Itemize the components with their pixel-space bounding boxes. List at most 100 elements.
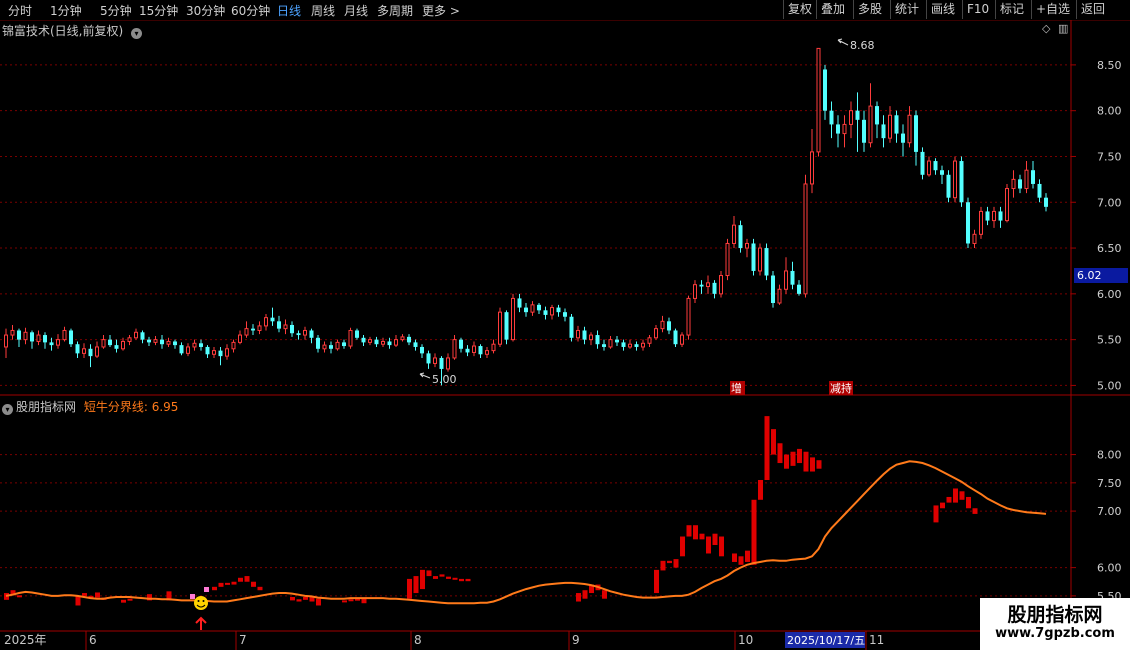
- kline-chart[interactable]: 8.50 8.00 7.50 7.00 6.50 6.00 5.50 5.00 8.00 7.5…: [0, 20, 1130, 650]
- candle-body-down: [985, 211, 990, 221]
- candle-body-up: [888, 114, 892, 139]
- statistics-button[interactable]: 统计: [890, 0, 923, 19]
- candle-body-down: [673, 330, 678, 345]
- chevron-down-icon[interactable]: ▾: [131, 28, 143, 39]
- indicator-tick-label: 7.50: [1097, 477, 1122, 490]
- smiley-face-icon: [194, 596, 208, 610]
- period-tab-30min[interactable]: 30分钟: [186, 2, 225, 19]
- candle-body-down: [966, 202, 970, 244]
- candle-body-up: [95, 346, 99, 357]
- chevron-down-icon[interactable]: ▾: [2, 404, 13, 415]
- indicator-bar: [764, 416, 770, 480]
- candle-body-down: [88, 348, 93, 357]
- candle-body-down: [270, 317, 275, 322]
- diamond-icon[interactable]: ◇: [1042, 22, 1050, 35]
- candle-body-down: [504, 312, 509, 340]
- candle-body-down: [797, 284, 801, 294]
- time-label-oct: 10: [738, 633, 753, 647]
- indicator-bar: [420, 569, 425, 590]
- candle-body-up: [257, 325, 262, 331]
- period-tab-timeshare[interactable]: 分时: [8, 2, 32, 19]
- price-tick-label: 7.00: [1097, 196, 1122, 209]
- candle-body-down: [277, 321, 281, 329]
- event-marker-decrease[interactable]: 减持: [830, 381, 852, 395]
- stock-title: 锦富技术(日线,前复权): [2, 24, 124, 38]
- period-tab-15min[interactable]: 15分钟: [139, 2, 178, 19]
- indicator-bar: [433, 576, 438, 579]
- candle-body-up: [303, 329, 307, 336]
- restore-rights-button[interactable]: 复权: [783, 0, 816, 19]
- candle-body-down: [407, 336, 411, 343]
- candle-body-down: [823, 69, 827, 111]
- period-tab-5min[interactable]: 5分钟: [100, 2, 132, 19]
- candle-body-up: [589, 334, 593, 341]
- indicator-bar: [673, 559, 679, 568]
- candle-body-up: [335, 341, 340, 350]
- indicator-bar: [784, 454, 789, 469]
- indicator-bar: [231, 581, 237, 585]
- candle-body-up: [927, 160, 931, 176]
- candle-body-down: [738, 225, 743, 249]
- f10-button[interactable]: F10: [962, 0, 993, 19]
- candle-body-down: [205, 346, 210, 355]
- candle-body-up: [992, 210, 996, 222]
- time-label-aug: 8: [414, 633, 422, 647]
- period-tab-multi[interactable]: 多周期: [377, 2, 413, 19]
- time-label-jul: 7: [239, 633, 247, 647]
- indicator-bar: [238, 577, 243, 582]
- candle-body-down: [108, 339, 112, 346]
- indicator-panel-title-row: ▾ 股朋指标网 短牛分界线: 6.95: [2, 398, 178, 415]
- candle-body-up: [680, 334, 684, 345]
- draw-line-button[interactable]: 画线: [926, 0, 959, 19]
- period-tab-1min[interactable]: 1分钟: [50, 2, 82, 19]
- indicator-bar: [127, 598, 133, 601]
- price-tick-label: 8.50: [1097, 59, 1122, 72]
- candle-body-down: [140, 332, 145, 340]
- candle-body-down: [147, 339, 151, 343]
- maximize-panel-icon[interactable]: ▥: [1058, 22, 1068, 35]
- candle-body-up: [1024, 169, 1029, 190]
- period-tab-60min[interactable]: 60分钟: [231, 2, 270, 19]
- mark-button[interactable]: 标记: [995, 0, 1028, 19]
- back-button[interactable]: 返回: [1076, 0, 1109, 19]
- candle-body-down: [160, 339, 164, 345]
- add-watchlist-button[interactable]: +自选: [1031, 0, 1074, 19]
- candle-body-down: [1044, 197, 1048, 207]
- indicator-bar: [966, 496, 971, 509]
- indicator-bar: [771, 429, 776, 455]
- candle-body-down: [855, 110, 860, 120]
- candle-body-down: [465, 348, 470, 353]
- candle-body-up: [511, 297, 515, 341]
- period-tab-monthly[interactable]: 月线: [344, 2, 368, 19]
- candle-body-down: [114, 345, 119, 349]
- period-tab-weekly[interactable]: 周线: [311, 2, 335, 19]
- candle-body-down: [30, 332, 34, 342]
- candle-body-down: [218, 350, 223, 357]
- candle-body-down: [790, 270, 795, 285]
- candle-body-down: [69, 330, 73, 345]
- candle-body-up: [433, 357, 437, 364]
- candle-body-down: [894, 115, 899, 134]
- period-tab-more[interactable]: 更多 >: [422, 2, 460, 19]
- candle-body-up: [121, 340, 125, 350]
- indicator-bar: [348, 599, 354, 602]
- candle-body-up: [979, 210, 983, 235]
- candle-body-down: [556, 307, 561, 313]
- buy-arrow-icon: [195, 616, 207, 630]
- overlay-button[interactable]: 叠加: [816, 0, 849, 19]
- candle-body-down: [959, 161, 964, 203]
- indicator-bar: [953, 488, 958, 503]
- indicator-bar: [576, 593, 581, 602]
- candle-body-down: [420, 346, 424, 354]
- candle-body-down: [43, 335, 47, 343]
- event-marker-increase[interactable]: 增: [731, 381, 742, 395]
- candle-body-down: [667, 321, 671, 331]
- period-tab-daily[interactable]: 日线: [277, 2, 301, 19]
- indicator-bar: [959, 491, 965, 500]
- candle-body-down: [634, 344, 639, 347]
- multi-stock-button[interactable]: 多股: [853, 0, 886, 19]
- low-price-label: 5.00: [432, 373, 457, 386]
- indicator-bar: [95, 592, 100, 598]
- candle-body-up: [628, 343, 632, 348]
- candle-body-down: [771, 275, 775, 303]
